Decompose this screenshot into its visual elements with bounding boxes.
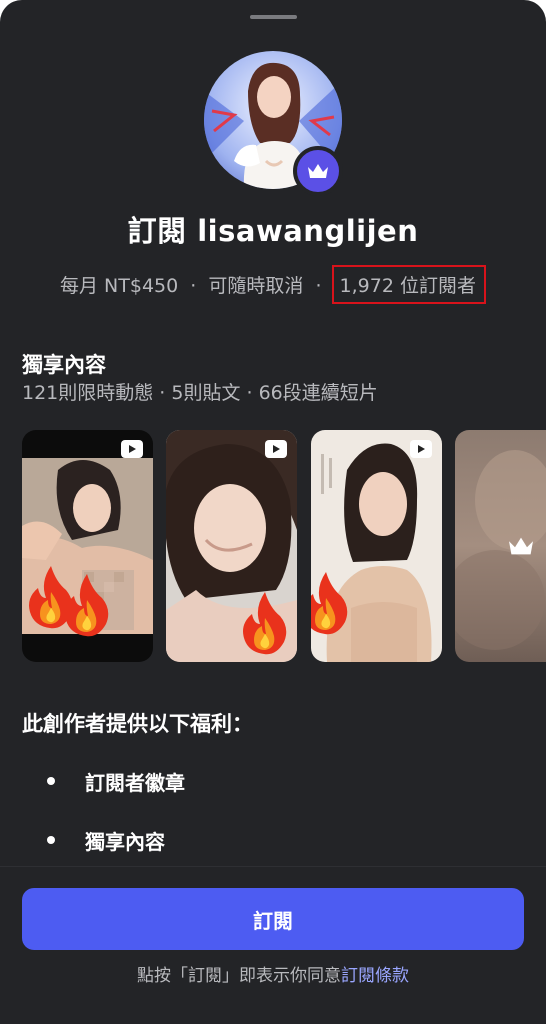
content-preview-carousel[interactable] — [22, 430, 546, 662]
drag-handle[interactable] — [250, 15, 297, 19]
divider — [0, 866, 546, 867]
bullet-icon — [47, 777, 55, 785]
terms-prefix: 點按「訂閱」即表示你同意 — [137, 966, 341, 986]
preview-thumbnail[interactable] — [311, 430, 442, 662]
fire-emoji-icon — [243, 592, 287, 655]
bullet-icon — [47, 836, 55, 844]
locked-preview-thumbnail[interactable] — [455, 430, 546, 662]
page-title: 訂閱 lisawanglijen — [127, 214, 419, 248]
subscription-summary: 每月 NT$450 · 可隨時取消 · 1,972 位訂閱者 — [0, 265, 546, 304]
crown-icon — [308, 164, 328, 178]
benefits-title: 此創作者提供以下福利： — [22, 712, 253, 736]
price-text: 每月 NT$450 — [60, 275, 179, 297]
crown-badge — [293, 146, 343, 196]
video-icon — [265, 440, 287, 458]
crown-icon — [509, 537, 533, 555]
preview-thumbnail[interactable] — [22, 430, 153, 662]
fire-emoji-icon — [311, 572, 348, 635]
terms-notice: 點按「訂閱」即表示你同意訂閱條款 — [0, 961, 546, 986]
video-icon — [121, 440, 143, 458]
subscribe-sheet: 訂閱 lisawanglijen 每月 NT$450 · 可隨時取消 · 1,9… — [0, 0, 546, 1024]
video-icon — [410, 440, 432, 458]
benefit-label: 獨享內容 — [85, 830, 165, 854]
separator: · — [190, 275, 197, 297]
exclusive-content-title: 獨享內容 — [22, 353, 106, 377]
preview-thumbnail[interactable] — [166, 430, 297, 662]
cancel-text: 可隨時取消 — [208, 275, 304, 297]
benefit-label: 訂閱者徽章 — [85, 771, 185, 795]
profile-avatar-group — [204, 51, 343, 196]
subscriber-count: 1,972 位訂閱者 — [331, 265, 486, 304]
separator: · — [315, 275, 322, 297]
exclusive-content-stats: 121則限時動態 · 5則貼文 · 66段連續短片 — [22, 382, 378, 404]
terms-link[interactable]: 訂閱條款 — [341, 966, 409, 986]
fire-emoji-icon — [65, 574, 109, 637]
subscribe-button[interactable]: 訂閱 — [22, 888, 524, 950]
